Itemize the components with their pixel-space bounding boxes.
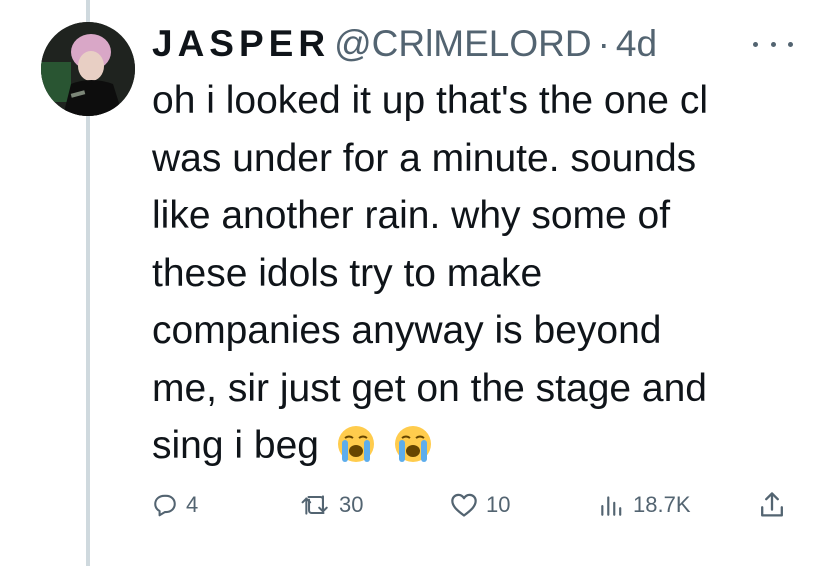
share-icon	[761, 492, 783, 517]
action-bar: 4 30 10 18.7K	[152, 485, 792, 525]
reply-button[interactable]: 4	[152, 485, 198, 525]
views-icon	[601, 496, 622, 516]
reply-count: 4	[186, 492, 199, 517]
tweet-text-line: like another rain. why some of	[152, 194, 671, 237]
tweet-header: JASPER @CRlMELORD · 4d	[152, 20, 657, 68]
views-count: 18.7K	[633, 492, 691, 517]
tweet-text-last-line: sing i beg	[152, 417, 792, 475]
like-count: 10	[486, 492, 511, 517]
views-button[interactable]: 18.7K	[597, 485, 691, 525]
timestamp[interactable]: 4d	[616, 23, 657, 65]
share-button[interactable]	[758, 485, 786, 525]
avatar-image	[41, 22, 135, 116]
reply-icon	[154, 494, 176, 517]
tweet-text-line: companies anyway is beyond	[152, 309, 662, 352]
avatar[interactable]	[41, 22, 135, 116]
retweet-icon	[301, 495, 328, 515]
retweet-count: 30	[339, 492, 364, 517]
heart-icon	[451, 493, 477, 517]
loudly-crying-face-icon	[394, 426, 431, 462]
like-button[interactable]: 10	[450, 485, 510, 525]
tweet-text-line: was under for a minute. sounds	[152, 136, 697, 180]
tweet-text-line: oh i looked it up that's the one cl	[152, 79, 708, 122]
tweet-text-line: these idols try to make	[152, 251, 543, 295]
loudly-crying-face-icon	[337, 426, 374, 462]
tweet-text-line: sing i beg	[152, 424, 319, 467]
tweet-text: oh i looked it up that's the one cl was …	[152, 72, 792, 475]
user-handle[interactable]: @CRlMELORD	[334, 23, 592, 65]
separator-dot: ·	[597, 23, 610, 64]
display-name[interactable]: JASPER	[152, 23, 330, 65]
tweet-text-line: me, sir just get on the stage and	[152, 366, 707, 410]
more-icon[interactable]	[753, 38, 793, 50]
retweet-button[interactable]: 30	[301, 485, 363, 525]
